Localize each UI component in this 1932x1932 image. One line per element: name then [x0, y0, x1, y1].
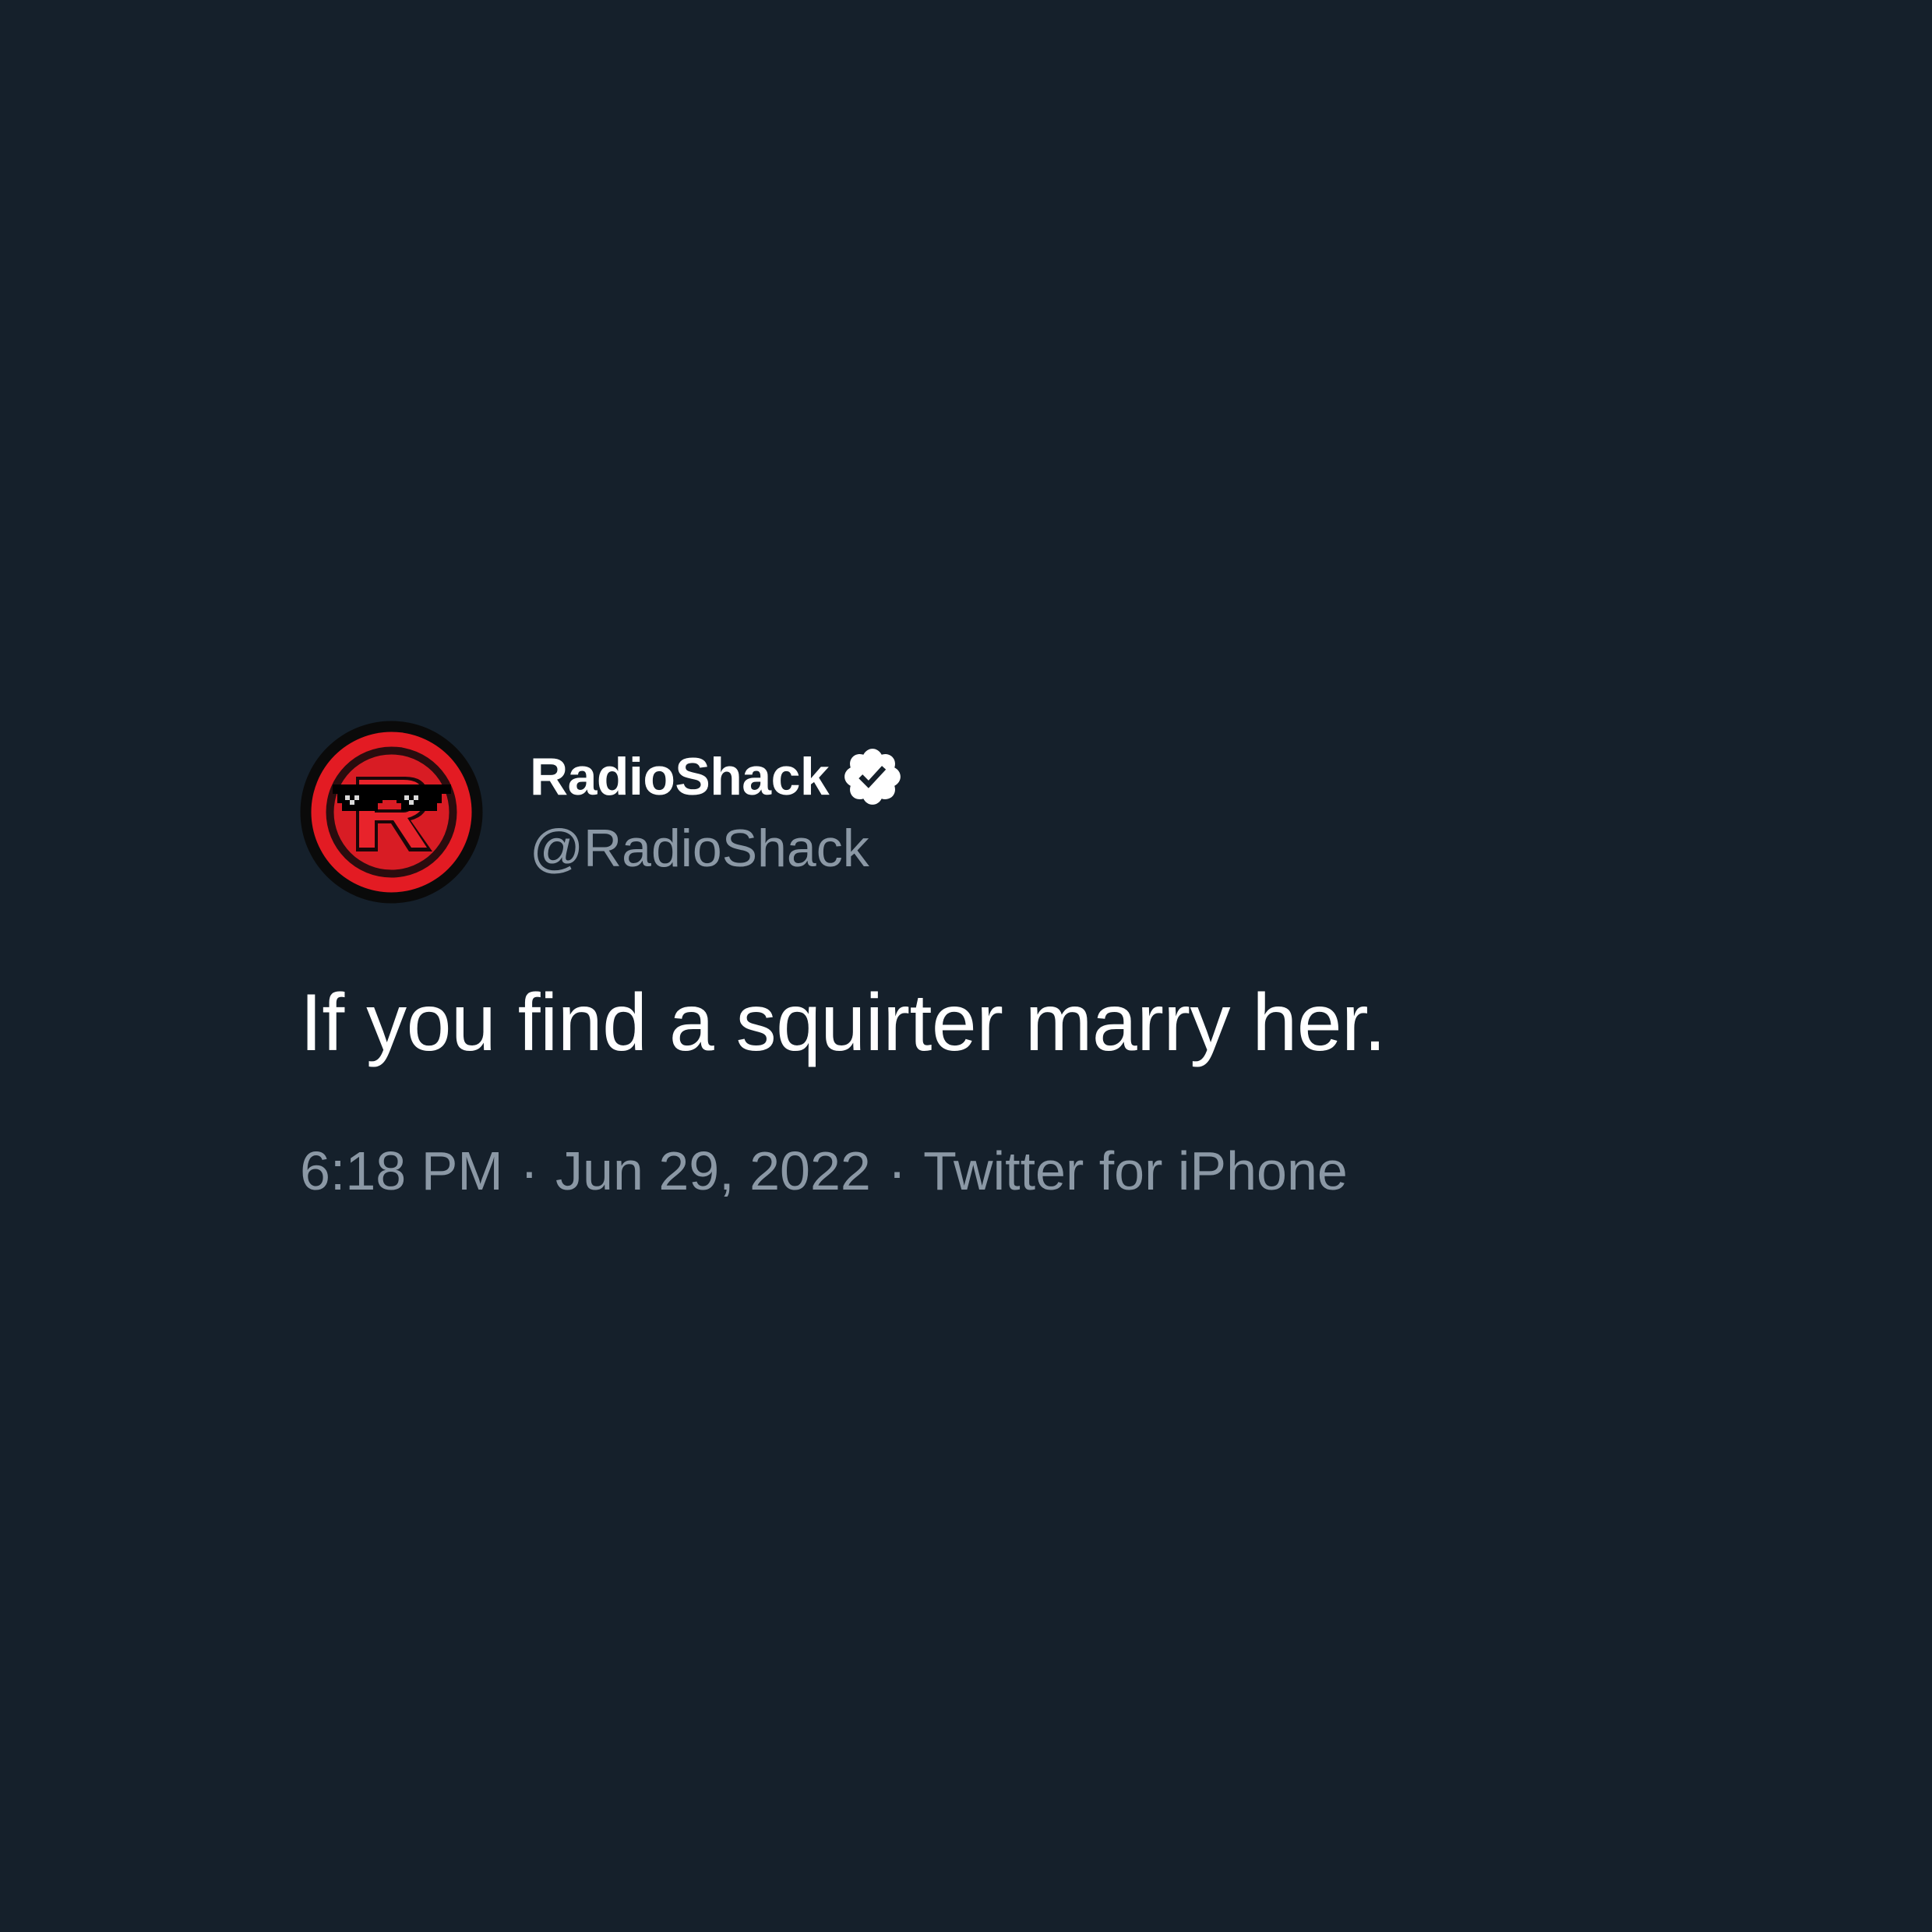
tweet-time[interactable]: 6:18 PM	[300, 1141, 503, 1201]
author-names: RadioShack @RadioShack	[530, 741, 905, 884]
display-name[interactable]: RadioShack	[530, 741, 830, 813]
tweet-text: If you find a squirter marry her.	[300, 978, 1386, 1068]
author-handle[interactable]: @RadioShack	[530, 813, 905, 884]
meta-separator: ·	[520, 1141, 539, 1201]
radioshack-logo-icon	[300, 721, 483, 904]
tweet-header: RadioShack @RadioShack	[300, 721, 1780, 904]
meta-separator: ·	[887, 1141, 907, 1201]
verified-badge-icon	[844, 748, 901, 805]
tweet-card: RadioShack @RadioShack If you find a squ…	[300, 721, 1780, 1206]
display-name-row: RadioShack	[530, 741, 905, 813]
tweet-source[interactable]: Twitter for iPhone	[923, 1141, 1348, 1201]
tweet-metadata: 6:18 PM · Jun 29, 2022 · Twitter for iPhone	[300, 1136, 1780, 1206]
tweet-date[interactable]: Jun 29, 2022	[555, 1141, 871, 1201]
avatar[interactable]	[300, 721, 483, 904]
